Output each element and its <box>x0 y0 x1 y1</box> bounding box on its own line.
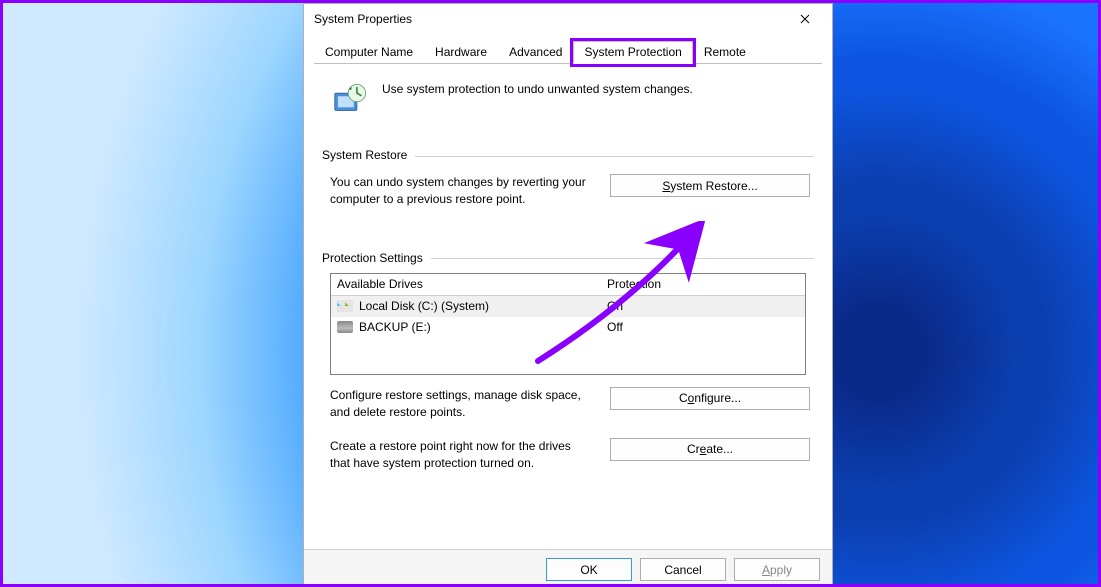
close-icon <box>800 14 810 24</box>
intro-text: Use system protection to undo unwanted s… <box>382 82 693 120</box>
drive-status: Off <box>607 320 799 334</box>
group-protection-settings: Protection Settings Available Drives Pro… <box>322 251 814 473</box>
system-restore-button[interactable]: System Restore... <box>610 174 810 197</box>
system-properties-window: System Properties Computer Name Hardware… <box>303 3 833 587</box>
create-button[interactable]: Create... <box>610 438 810 461</box>
tab-remote[interactable]: Remote <box>693 41 757 64</box>
tab-system-protection[interactable]: System Protection <box>573 41 692 64</box>
system-restore-description: You can undo system changes by reverting… <box>330 174 590 209</box>
intro-row: Use system protection to undo unwanted s… <box>322 76 814 140</box>
col-protection: Protection <box>607 277 799 291</box>
desktop: System Properties Computer Name Hardware… <box>0 0 1101 587</box>
table-header: Available Drives Protection <box>331 274 805 296</box>
window-title: System Properties <box>314 12 412 26</box>
tab-content: Use system protection to undo unwanted s… <box>304 64 832 549</box>
table-row[interactable]: Local Disk (C:) (System) On <box>331 296 805 317</box>
group-system-restore: System Restore You can undo system chang… <box>322 148 814 209</box>
configure-description: Configure restore settings, manage disk … <box>330 387 590 422</box>
dialog-footer: OK Cancel Apply <box>304 549 832 587</box>
drive-name: Local Disk (C:) (System) <box>359 299 489 313</box>
col-drives: Available Drives <box>337 277 607 291</box>
group-protection-settings-label: Protection Settings <box>322 251 423 265</box>
drive-icon <box>337 300 353 312</box>
create-description: Create a restore point right now for the… <box>330 438 590 473</box>
close-button[interactable] <box>782 4 828 34</box>
drive-status: On <box>607 299 799 313</box>
titlebar: System Properties <box>304 4 832 34</box>
drives-table[interactable]: Available Drives Protection Local Disk (… <box>330 273 806 375</box>
drive-name: BACKUP (E:) <box>359 320 431 334</box>
table-row[interactable]: BACKUP (E:) Off <box>331 317 805 338</box>
tab-advanced[interactable]: Advanced <box>498 41 573 64</box>
tab-hardware[interactable]: Hardware <box>424 41 498 64</box>
drive-icon <box>337 321 353 333</box>
system-protection-icon <box>330 82 368 120</box>
tab-computer-name[interactable]: Computer Name <box>314 41 424 64</box>
group-system-restore-label: System Restore <box>322 148 407 162</box>
tab-strip: Computer Name Hardware Advanced System P… <box>304 34 832 63</box>
ok-button[interactable]: OK <box>546 558 632 581</box>
configure-button[interactable]: Configure... <box>610 387 810 410</box>
apply-button[interactable]: Apply <box>734 558 820 581</box>
cancel-button[interactable]: Cancel <box>640 558 726 581</box>
